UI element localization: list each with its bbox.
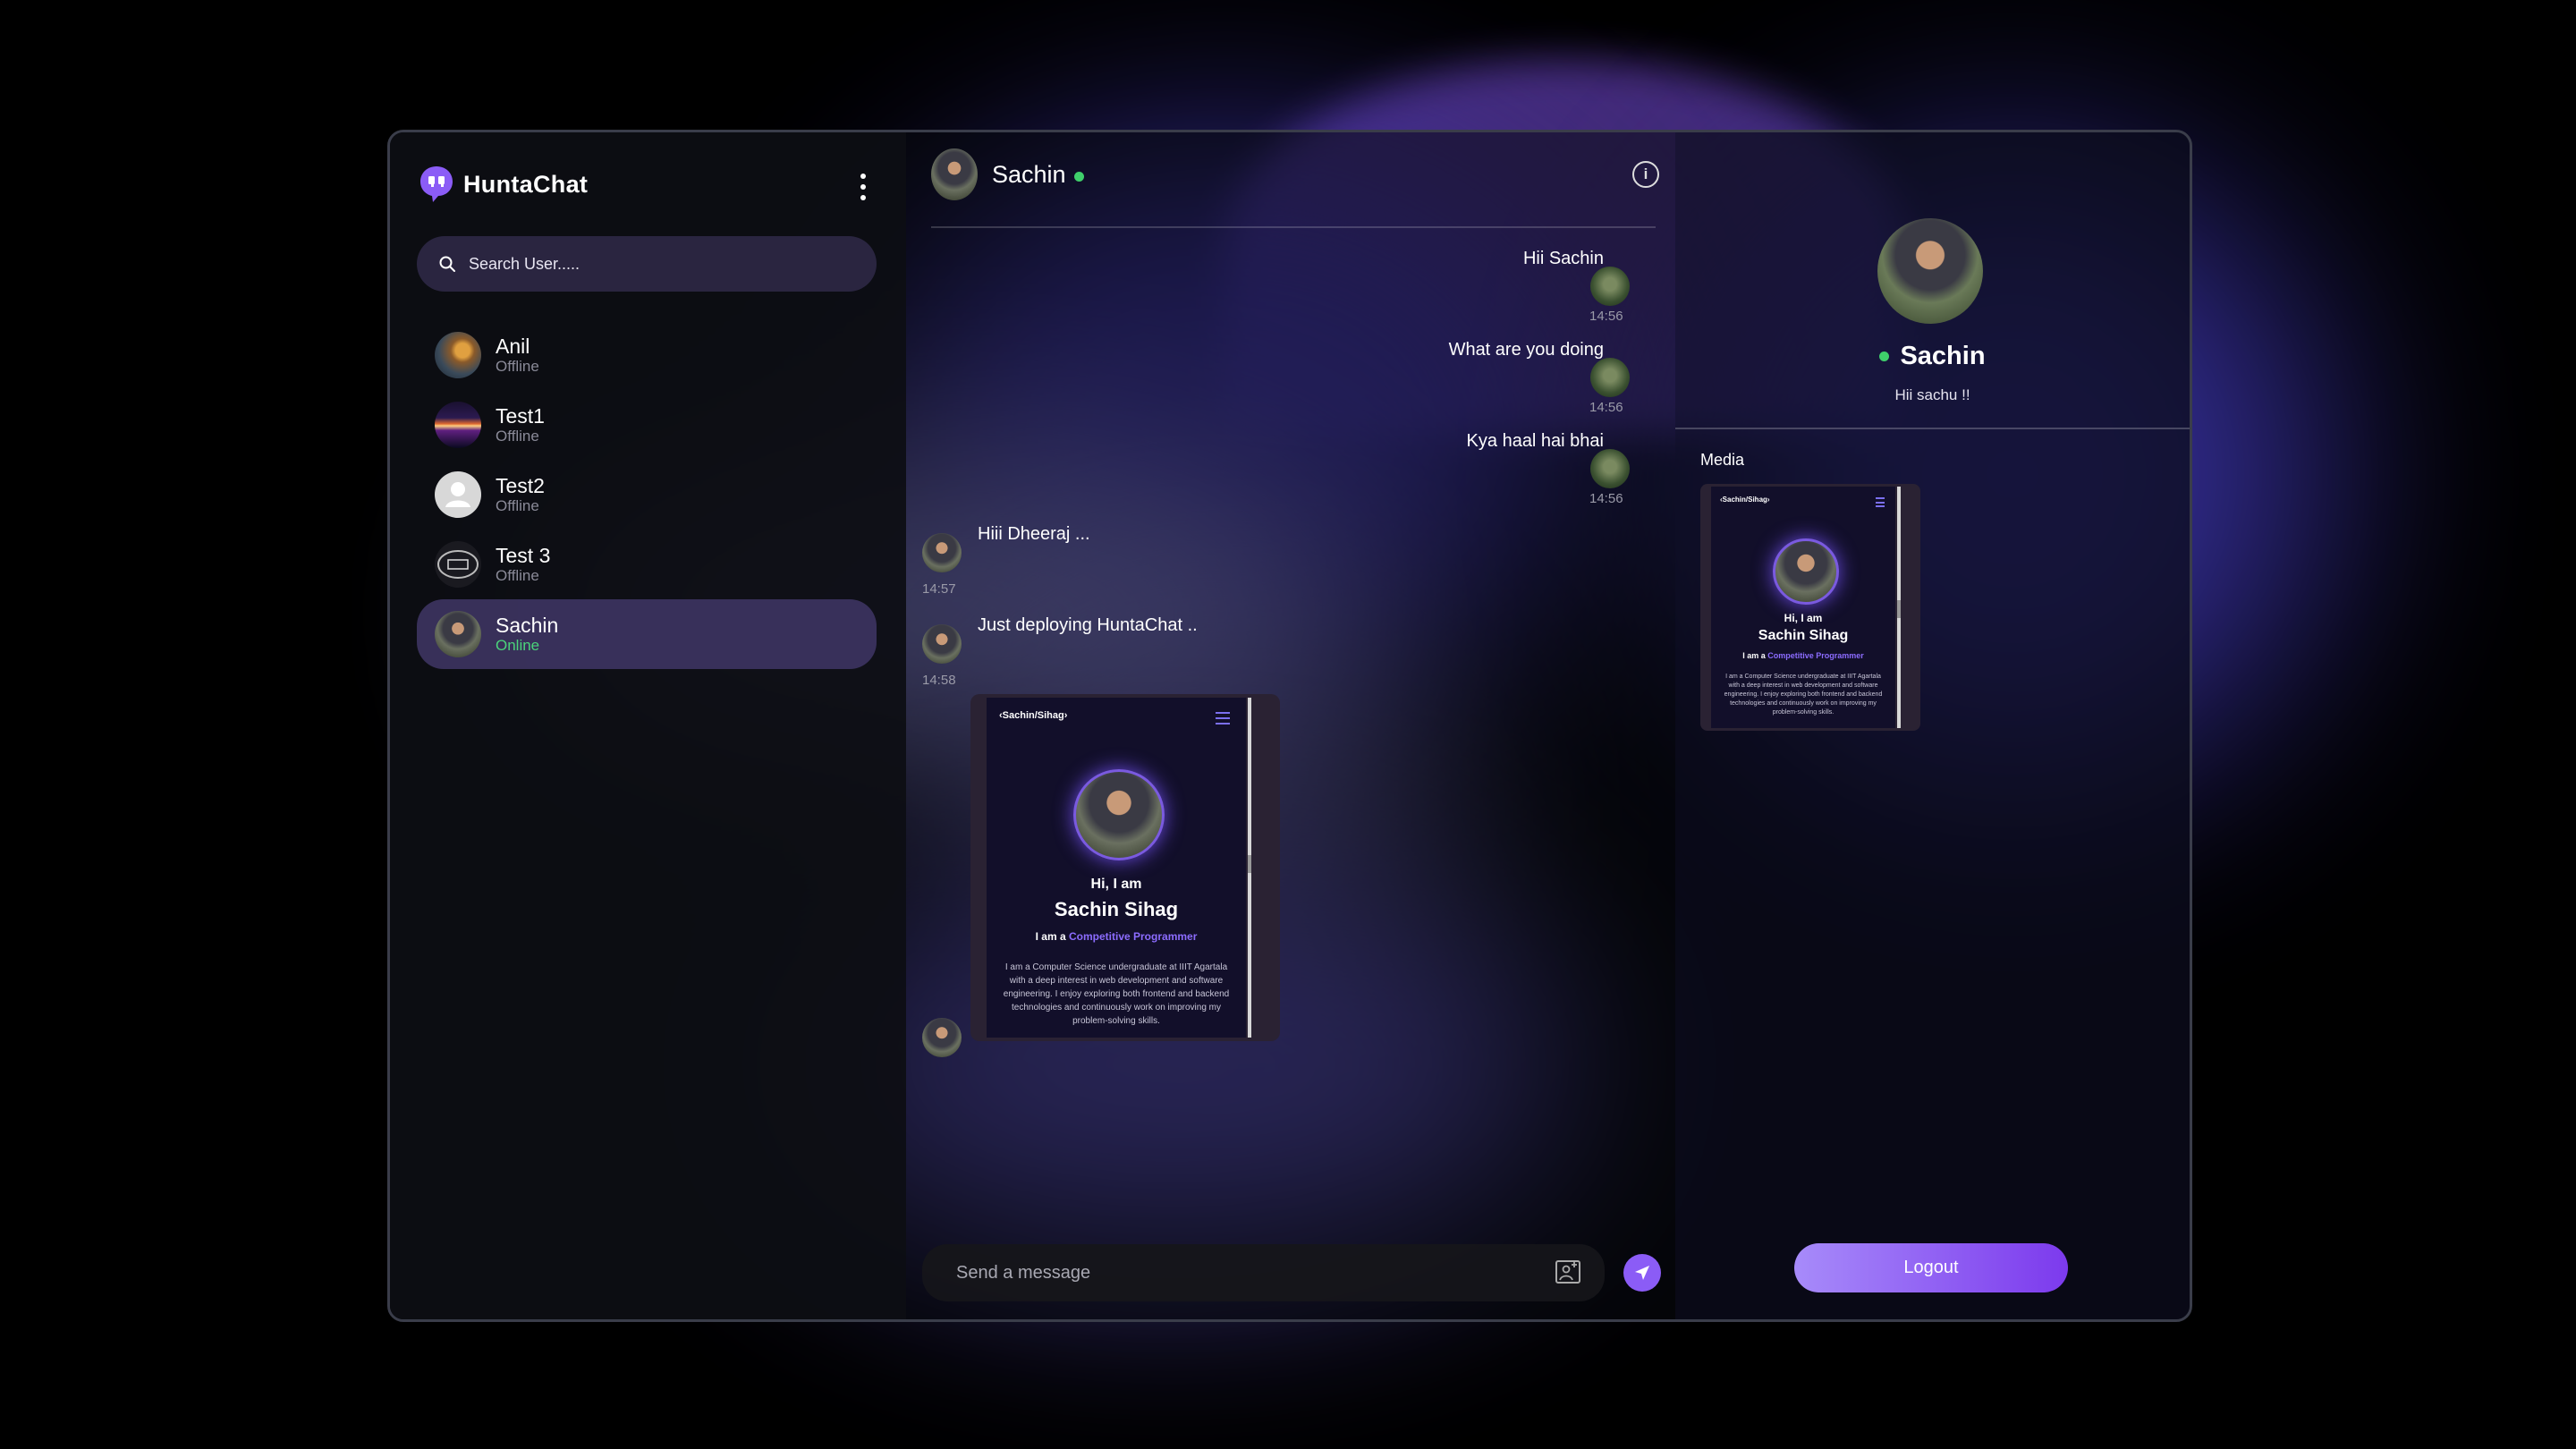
hamburger-icon	[1216, 712, 1230, 724]
portfolio-screenshot: ‹Sachin/Sihag› Hi, I am Sachin Sihag I a…	[1711, 487, 1895, 728]
avatar	[435, 611, 481, 657]
portfolio-role: I am a Competitive Programmer	[1711, 651, 1895, 660]
users-sidebar: HuntaChat Anil Offline Test1	[390, 132, 906, 1319]
profile-bio: Hii sachu !!	[1894, 386, 1970, 403]
message-text: Hii Sachin	[1522, 249, 1604, 268]
user-item-sachin[interactable]: Sachin Online	[417, 599, 877, 669]
message-text: Just deploying HuntaChat ..	[978, 615, 1198, 635]
user-name: Test2	[496, 474, 545, 497]
chat-logo-icon	[419, 165, 454, 204]
chat-app-window: HuntaChat Anil Offline Test1	[387, 130, 2192, 1322]
message-text: Hiii Dheeraj ...	[978, 524, 1090, 544]
user-list: Anil Offline Test1 Offline Test2 Offline	[417, 320, 877, 669]
logout-button[interactable]: Logout	[1794, 1243, 2068, 1292]
message-time: 14:56	[1589, 491, 1623, 506]
message-time: 14:56	[1589, 400, 1623, 415]
user-item-test2[interactable]: Test2 Offline	[417, 460, 877, 530]
profile-name-row: Sachin	[1675, 342, 2190, 371]
chat-header: Sachin i	[931, 148, 1659, 228]
role-prefix: I am a	[1035, 930, 1066, 943]
search-input[interactable]	[467, 253, 846, 275]
role-title: Competitive Programmer	[1767, 651, 1864, 660]
avatar	[1590, 449, 1630, 488]
user-item-anil[interactable]: Anil Offline	[417, 320, 877, 390]
avatar	[922, 1018, 962, 1057]
avatar	[1590, 267, 1630, 306]
role-title: Competitive Programmer	[1069, 930, 1198, 943]
avatar	[922, 533, 962, 572]
online-indicator	[1074, 172, 1084, 182]
portfolio-name: Sachin Sihag	[1054, 898, 1179, 920]
default-avatar-icon	[435, 471, 481, 518]
send-icon	[1635, 1266, 1649, 1280]
user-name: Test1	[496, 404, 545, 428]
search-bar[interactable]	[417, 236, 877, 292]
app-name: HuntaChat	[463, 170, 589, 198]
send-button[interactable]	[1623, 1254, 1661, 1292]
kebab-menu-icon[interactable]	[859, 174, 868, 200]
online-indicator	[1879, 352, 1890, 361]
user-item-test-3[interactable]: Test 3 Offline	[417, 530, 877, 599]
portfolio-greeting: Hi, I am	[1784, 612, 1823, 624]
message-composer	[922, 1244, 1605, 1301]
avatar	[922, 624, 962, 664]
avatar	[435, 402, 481, 448]
shared-image-message[interactable]: ‹Sachin/Sihag› Hi, I am Sachin Sihag I a…	[970, 694, 1280, 1041]
brand: HuntaChat	[419, 165, 588, 204]
image-attach-icon[interactable]	[1555, 1258, 1581, 1285]
message-time: 14:56	[1589, 309, 1623, 324]
portfolio-name: Sachin Sihag	[1758, 628, 1849, 643]
media-label: Media	[1700, 451, 1745, 469]
message-text: Kya haal hai bhai	[1466, 431, 1604, 451]
user-status: Offline	[496, 428, 539, 445]
portfolio-nav-logo: ‹Sachin/Sihag›	[1720, 496, 1770, 504]
message-time: 14:58	[922, 673, 956, 688]
user-item-test1[interactable]: Test1 Offline	[417, 390, 877, 460]
portfolio-photo	[1073, 769, 1165, 860]
user-status: Offline	[496, 497, 539, 514]
role-prefix: I am a	[1742, 651, 1766, 660]
avatar	[1590, 358, 1630, 397]
hamburger-icon	[1876, 497, 1885, 507]
user-name: Test 3	[496, 544, 551, 567]
avatar	[435, 332, 481, 378]
search-icon	[439, 256, 455, 272]
portfolio-greeting: Hi, I am	[1090, 877, 1142, 892]
user-name: Sachin	[496, 614, 559, 637]
portfolio-screenshot: ‹Sachin/Sihag› Hi, I am Sachin Sihag I a…	[987, 698, 1246, 1038]
portfolio-role: I am a Competitive Programmer	[987, 930, 1246, 943]
chat-contact-name: Sachin	[992, 161, 1066, 188]
user-status: Offline	[496, 567, 539, 584]
media-thumbnail[interactable]: ‹Sachin/Sihag› Hi, I am Sachin Sihag I a…	[1700, 484, 1920, 731]
profile-avatar	[1877, 218, 1983, 324]
portfolio-photo	[1773, 538, 1839, 605]
message-input[interactable]	[954, 1261, 1530, 1284]
portfolio-bio: I am a Computer Science undergraduate at…	[1003, 962, 1230, 1026]
profile-name: Sachin	[1900, 342, 1986, 370]
avatar	[435, 541, 481, 588]
chat-panel: Sachin i Hii Sachin 14:56 What are you d…	[906, 132, 1675, 1319]
scroll-handle	[1897, 600, 1901, 618]
portfolio-nav-logo: ‹Sachin/Sihag›	[999, 710, 1068, 721]
scroll-handle	[1248, 855, 1251, 873]
message-time: 14:57	[922, 581, 956, 597]
divider	[1675, 428, 2190, 429]
user-status: Offline	[496, 358, 539, 375]
user-name: Anil	[496, 335, 530, 358]
portfolio-bio: I am a Computer Science undergraduate at…	[1724, 674, 1883, 716]
info-icon[interactable]: i	[1632, 161, 1659, 188]
message-text: What are you doing	[1448, 340, 1604, 360]
profile-panel: Sachin Hii sachu !! Media ‹Sachin/Sihag›…	[1675, 132, 2190, 1319]
avatar[interactable]	[931, 148, 978, 200]
user-status: Online	[496, 637, 540, 654]
